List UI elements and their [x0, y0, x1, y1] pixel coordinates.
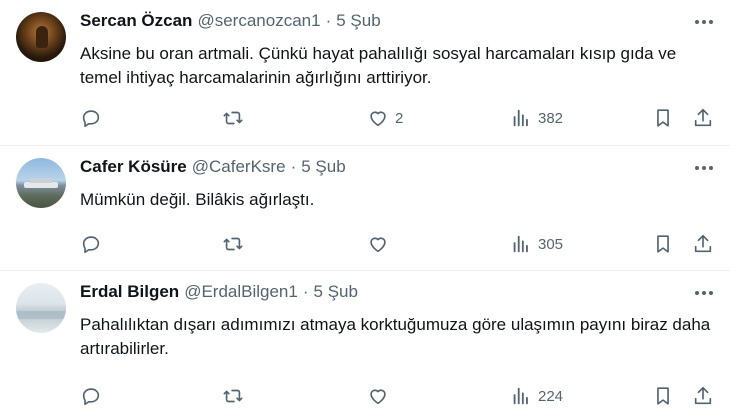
tweet[interactable]: Sercan Özcan @sercanozcan1 · 5 Şub Aksin… [0, 0, 730, 146]
reply-button[interactable] [80, 384, 102, 408]
tweet-date[interactable]: 5 Şub [336, 11, 380, 31]
bookmark-icon [657, 109, 669, 127]
tweet-date[interactable]: 5 Şub [301, 157, 345, 177]
avatar[interactable] [16, 158, 66, 208]
tweet-text: Mümkün değil. Bilâkis ağırlaştı. [80, 190, 315, 209]
bookmark-icon [657, 235, 669, 253]
tweet-actions: 305 [80, 232, 720, 256]
share-button[interactable] [692, 384, 714, 408]
views-icon [513, 387, 528, 405]
more-icon[interactable] [692, 283, 716, 303]
author-handle[interactable]: @sercanozcan1 [197, 11, 320, 31]
tweet-header: Sercan Özcan @sercanozcan1 · 5 Şub [80, 11, 381, 33]
separator-dot: · [325, 11, 332, 30]
author-name[interactable]: Erdal Bilgen [80, 282, 179, 302]
author-handle[interactable]: @ErdalBilgen1 [184, 282, 298, 302]
heart-icon [370, 389, 386, 405]
bookmark-icon [657, 387, 669, 405]
author-name[interactable]: Sercan Özcan [80, 11, 192, 31]
tweet-text: Pahalılıktan dışarı adımımızı atmaya kor… [80, 315, 711, 358]
author-name[interactable]: Cafer Kösüre [80, 157, 187, 177]
views-icon [513, 109, 528, 127]
bookmark-button[interactable] [652, 106, 674, 130]
more-icon[interactable] [692, 158, 716, 178]
retweet-button[interactable] [222, 106, 244, 130]
share-button[interactable] [692, 232, 714, 256]
separator-dot: · [302, 282, 309, 301]
share-icon [694, 386, 712, 405]
retweet-button[interactable] [222, 232, 244, 256]
bookmark-button[interactable] [652, 232, 674, 256]
like-count: 2 [395, 109, 404, 127]
avatar[interactable] [16, 12, 66, 62]
retweet-icon [223, 389, 243, 403]
reply-icon [82, 388, 100, 406]
view-count: 305 [538, 235, 564, 253]
reply-button[interactable] [80, 232, 102, 256]
heart-icon [370, 111, 386, 127]
view-count: 224 [538, 387, 564, 405]
tweet-actions: 224 [80, 384, 720, 408]
tweet-actions: 2 382 [80, 106, 720, 130]
like-button[interactable] [367, 384, 395, 408]
more-icon[interactable] [692, 12, 716, 32]
reply-button[interactable] [80, 106, 102, 130]
tweet-header: Cafer Kösüre @CaferKsre · 5 Şub [80, 157, 346, 179]
tweet-text: Aksine bu oran artmali. Çünkü hayat paha… [80, 44, 677, 87]
views-button[interactable]: 305 [510, 232, 563, 256]
heart-icon [370, 237, 386, 253]
bookmark-button[interactable] [652, 384, 674, 408]
tweet-date[interactable]: 5 Şub [314, 282, 358, 302]
tweet[interactable]: Erdal Bilgen @ErdalBilgen1 · 5 Şub Pahal… [0, 271, 730, 420]
reply-icon [82, 236, 100, 254]
views-icon [513, 235, 528, 253]
reply-icon [82, 110, 100, 128]
share-icon [694, 234, 712, 253]
tweet[interactable]: Cafer Kösüre @CaferKsre · 5 Şub Mümkün d… [0, 146, 730, 271]
retweet-button[interactable] [222, 384, 244, 408]
tweet-header: Erdal Bilgen @ErdalBilgen1 · 5 Şub [80, 282, 358, 304]
retweet-icon [223, 237, 243, 251]
share-button[interactable] [692, 106, 714, 130]
views-button[interactable]: 382 [510, 106, 563, 130]
avatar[interactable] [16, 283, 66, 333]
reply-feed: Sercan Özcan @sercanozcan1 · 5 Şub Aksin… [0, 0, 730, 420]
retweet-icon [223, 111, 243, 125]
separator-dot: · [290, 157, 297, 176]
like-button[interactable] [367, 232, 395, 256]
views-button[interactable]: 224 [510, 384, 563, 408]
share-icon [694, 108, 712, 127]
view-count: 382 [538, 109, 564, 127]
author-handle[interactable]: @CaferKsre [192, 157, 286, 177]
like-button[interactable]: 2 [367, 106, 403, 130]
